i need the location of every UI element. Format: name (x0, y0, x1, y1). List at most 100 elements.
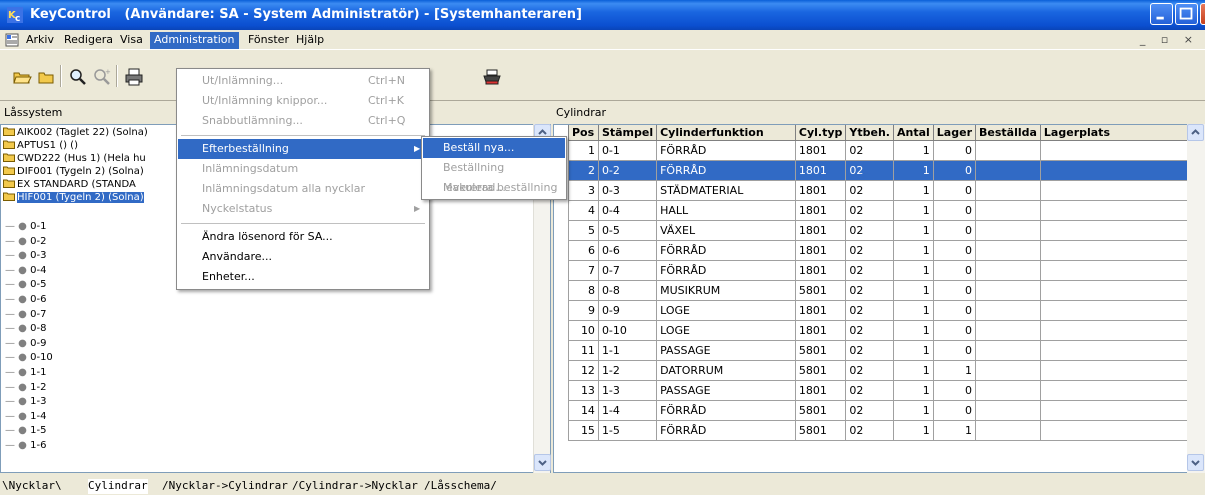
table-cell[interactable] (1039, 360, 1204, 381)
mdi-window-controls[interactable]: _ ▫ × (1140, 33, 1199, 46)
table-cell[interactable]: 0-2 (597, 160, 658, 181)
table-cell[interactable] (1039, 380, 1204, 401)
menu-arkiv[interactable]: Arkiv (22, 32, 58, 49)
table-cell[interactable]: HALL (656, 200, 796, 221)
search-button[interactable] (66, 65, 88, 87)
table-cell[interactable]: 0 (932, 400, 977, 421)
tree-cylinder-item[interactable]: — ● 1-3 (5, 395, 46, 408)
menuitem-efterbestallning[interactable]: Efterbeställning ▶ (178, 139, 428, 159)
tree-cylinder-item[interactable]: — ● 0-7 (5, 308, 46, 321)
table-cell[interactable]: 5 (568, 220, 599, 241)
table-cell[interactable]: VÄXEL (656, 220, 796, 241)
tree-cylinder-item[interactable]: — ● 0-9 (5, 337, 46, 350)
table-cell[interactable]: 1 (893, 360, 934, 381)
table-cell[interactable]: 1-3 (597, 380, 658, 401)
tree-system-item[interactable]: CWD222 (Hus 1) (Hela hu (3, 152, 146, 165)
table-cell[interactable]: 1 (893, 180, 934, 201)
table-cell[interactable]: 1 (893, 380, 934, 401)
table-cell[interactable]: 1 (893, 300, 934, 321)
table-row[interactable]: 8 0-8 MUSIKRUM 5801 02 1 0 (568, 280, 1204, 301)
tree-cylinder-item[interactable]: — ● 1-2 (5, 381, 46, 394)
table-cell[interactable]: 0 (932, 200, 977, 221)
table-cell[interactable] (975, 340, 1041, 361)
table-cell[interactable] (975, 400, 1041, 421)
grid-scrollbar[interactable] (1187, 124, 1205, 473)
table-cell[interactable]: 02 (845, 300, 894, 321)
table-cell[interactable]: 2 (568, 160, 599, 181)
table-cell[interactable] (1039, 340, 1204, 361)
table-cell[interactable]: 1801 (794, 320, 847, 341)
table-cell[interactable]: 02 (845, 200, 894, 221)
table-cell[interactable]: 4 (568, 200, 599, 221)
table-cell[interactable]: FÖRRÅD (656, 420, 796, 441)
tree-system-item[interactable]: HIF001 (Tygeln 2) (Solna) (3, 191, 144, 204)
table-cell[interactable]: 02 (845, 140, 894, 161)
table-cell[interactable] (975, 300, 1041, 321)
table-cell[interactable]: 8 (568, 280, 599, 301)
table-cell[interactable] (975, 260, 1041, 281)
table-cell[interactable]: 1 (893, 240, 934, 261)
menu-fonster[interactable]: Fönster (244, 32, 293, 49)
table-cell[interactable]: 0-9 (597, 300, 658, 321)
tree-cylinder-item[interactable]: — ● 0-10 (5, 351, 53, 364)
grid-scroll-down-arrow[interactable] (1187, 454, 1204, 471)
menuitem-ut-inlamning-knippor[interactable]: Ut/Inlämning knippor... Ctrl+K (178, 91, 428, 111)
tree-cylinder-item[interactable]: — ● 0-3 (5, 249, 46, 262)
table-row[interactable]: 10 0-10 LOGE 1801 02 1 0 (568, 320, 1204, 341)
table-cell[interactable] (975, 240, 1041, 261)
table-cell[interactable]: 1801 (794, 380, 847, 401)
scroll-down-arrow[interactable] (534, 454, 551, 471)
table-cell[interactable]: 3 (568, 180, 599, 201)
table-cell[interactable]: 02 (845, 280, 894, 301)
menuitem-bestallning-levererad[interactable]: Beställning levererad... (423, 158, 565, 194)
column-header[interactable]: Ytbeh. (845, 125, 894, 141)
table-cell[interactable]: 0-3 (597, 180, 658, 201)
table-cell[interactable]: PASSAGE (656, 340, 796, 361)
table-cell[interactable]: FÖRRÅD (656, 160, 796, 181)
table-row[interactable]: 14 1-4 FÖRRÅD 5801 02 1 0 (568, 400, 1204, 421)
table-cell[interactable] (1039, 160, 1204, 181)
table-cell[interactable]: 0-7 (597, 260, 658, 281)
menuitem-enheter[interactable]: Enheter... (178, 267, 428, 287)
table-row[interactable]: 4 0-4 HALL 1801 02 1 0 (568, 200, 1204, 221)
table-cell[interactable]: 02 (845, 160, 894, 181)
table-cell[interactable]: 13 (568, 380, 599, 401)
table-cell[interactable]: 1801 (794, 180, 847, 201)
table-cell[interactable]: 5801 (794, 340, 847, 361)
table-cell[interactable]: FÖRRÅD (656, 260, 796, 281)
table-cell[interactable]: 5801 (794, 280, 847, 301)
table-cell[interactable]: 0 (932, 260, 977, 281)
table-cell[interactable]: 1 (893, 260, 934, 281)
table-cell[interactable] (1039, 200, 1204, 221)
table-cell[interactable]: 1 (893, 420, 934, 441)
table-cell[interactable]: 02 (845, 240, 894, 261)
menuitem-inlamningsdatum-alla[interactable]: Inlämningsdatum alla nycklar (178, 179, 428, 199)
table-cell[interactable]: 1801 (794, 200, 847, 221)
table-cell[interactable]: FÖRRÅD (656, 140, 796, 161)
table-cell[interactable]: 1 (893, 280, 934, 301)
close-button[interactable] (1200, 3, 1205, 25)
tree-cylinder-item[interactable]: — ● 1-1 (5, 366, 46, 379)
table-row[interactable]: 3 0-3 STÄDMATERIAL 1801 02 1 0 (568, 180, 1204, 201)
menu-hjalp[interactable]: Hjälp (292, 32, 328, 49)
table-cell[interactable]: 1 (932, 420, 977, 441)
table-cell[interactable] (975, 280, 1041, 301)
table-cell[interactable]: 02 (845, 340, 894, 361)
minimize-button[interactable] (1150, 3, 1173, 25)
table-cell[interactable]: 1 (893, 400, 934, 421)
table-row[interactable]: 5 0-5 VÄXEL 1801 02 1 0 (568, 220, 1204, 241)
table-cell[interactable]: 5801 (794, 420, 847, 441)
menuitem-anvandare[interactable]: Användare... (178, 247, 428, 267)
table-cell[interactable]: 1 (932, 360, 977, 381)
maximize-button[interactable] (1175, 3, 1198, 25)
table-cell[interactable] (975, 420, 1041, 441)
menuitem-bestall-nya[interactable]: Beställ nya... (423, 138, 565, 158)
table-cell[interactable]: STÄDMATERIAL (656, 180, 796, 201)
table-cell[interactable]: 1801 (794, 260, 847, 281)
table-cell[interactable]: 0-1 (597, 140, 658, 161)
column-header[interactable]: Beställda (975, 125, 1041, 141)
table-cell[interactable] (1039, 140, 1204, 161)
table-cell[interactable]: 9 (568, 300, 599, 321)
tree-cylinder-item[interactable]: — ● 1-4 (5, 410, 46, 423)
menu-visa[interactable]: Visa (116, 32, 147, 49)
